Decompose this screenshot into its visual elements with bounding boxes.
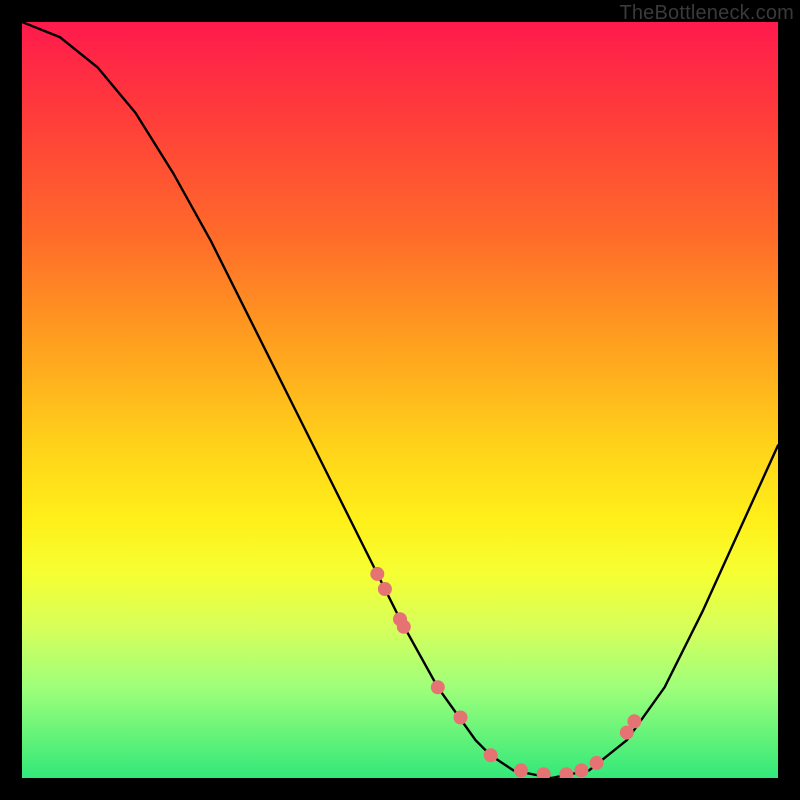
marker-dot	[537, 767, 551, 778]
chart-frame: TheBottleneck.com	[0, 0, 800, 800]
bottleneck-curve	[22, 22, 778, 778]
marker-dot	[627, 714, 641, 728]
marker-dot	[378, 582, 392, 596]
marker-dot	[484, 748, 498, 762]
marker-dot	[454, 711, 468, 725]
marker-dot	[514, 763, 528, 777]
marker-dot	[574, 763, 588, 777]
marker-dot	[397, 620, 411, 634]
plot-area	[22, 22, 778, 778]
marker-dot	[370, 567, 384, 581]
marker-dot	[431, 680, 445, 694]
marker-dot	[590, 756, 604, 770]
marker-dot	[559, 767, 573, 778]
marker-dots	[370, 567, 641, 778]
chart-svg	[22, 22, 778, 778]
